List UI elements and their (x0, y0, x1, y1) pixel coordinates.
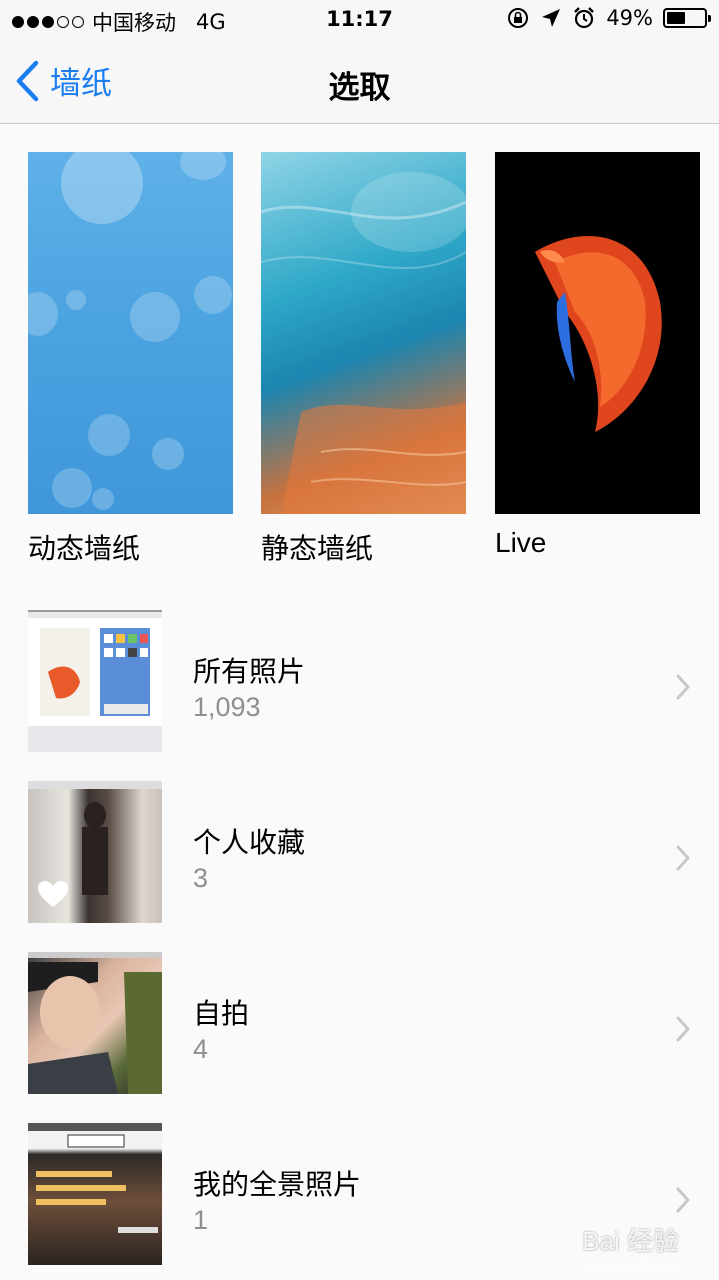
bubble (61, 152, 143, 224)
bubble (88, 414, 130, 456)
still-wallpaper-thumbnail (261, 152, 466, 514)
still-wallpaper-texture (261, 172, 466, 514)
album-count: 4 (193, 1034, 209, 1064)
bubble (152, 438, 184, 470)
bubble (130, 292, 180, 342)
wallpaper-category-still[interactable]: 静态墙纸 (261, 152, 466, 567)
baidu-watermark-url: jingyan.baidu.com (590, 1260, 679, 1272)
chevron-right-icon (676, 1187, 690, 1213)
panorama-thumbnail-image (28, 1123, 162, 1233)
live-wallpaper-thumbnail (495, 152, 700, 514)
album-row-favorites[interactable]: 个人收藏 3 (0, 751, 719, 923)
album-count: 3 (193, 863, 209, 893)
dynamic-wallpaper-thumbnail (28, 152, 233, 514)
bubble (52, 468, 92, 508)
album-count: 1,093 (193, 692, 261, 722)
bubble (92, 488, 114, 510)
bubble (28, 292, 58, 336)
bubble (194, 276, 232, 314)
album-thumbnail (28, 781, 162, 923)
album-count: 1 (193, 1205, 209, 1235)
album-title: 自拍 (193, 997, 250, 1030)
rotation-lock-icon (508, 8, 529, 28)
baidu-watermark: Bai 经验 (582, 1226, 679, 1256)
location-arrow-icon (542, 9, 561, 27)
album-list: 所有照片 1,093 个人收藏 3 自拍 4 我的全景照片 1 (0, 580, 719, 1265)
betta-fish-image (535, 236, 662, 432)
album-title: 我的全景照片 (193, 1168, 362, 1201)
bubble (66, 290, 86, 310)
album-thumbnail (28, 952, 162, 1094)
chevron-right-icon (676, 1016, 690, 1042)
wallpaper-category-live[interactable]: Live (495, 152, 700, 559)
wallpaper-category-label: 动态墙纸 (28, 533, 141, 564)
page-title: 选取 (328, 70, 391, 106)
status-right: 49% (506, 6, 711, 30)
wallpaper-category-label: Live (495, 527, 547, 558)
status-bar: 中国移动 4G 11:17 49% (0, 0, 719, 40)
chevron-right-icon (676, 674, 690, 700)
alarm-icon (574, 7, 595, 29)
wallpaper-categories: 动态墙纸 静态墙纸 Live (0, 124, 719, 580)
album-row-all-photos[interactable]: 所有照片 1,093 (0, 580, 719, 752)
album-thumbnail (28, 610, 162, 752)
wallpaper-category-label: 静态墙纸 (261, 533, 374, 564)
screenshot-thumbnail-image (28, 610, 162, 726)
selfie-thumbnail-image (28, 952, 162, 1094)
wallpaper-category-dynamic[interactable]: 动态墙纸 (28, 152, 233, 567)
battery-fill (667, 12, 685, 24)
battery-icon (663, 8, 711, 28)
album-title: 个人收藏 (193, 826, 306, 859)
album-title: 所有照片 (193, 655, 306, 688)
bubble (180, 152, 226, 180)
navigation-bar: 墙纸 选取 (0, 40, 719, 124)
album-row-selfies[interactable]: 自拍 4 (0, 922, 719, 1094)
battery-percent: 49% (606, 6, 653, 30)
heart-icon (38, 881, 68, 907)
chevron-right-icon (676, 845, 690, 871)
album-thumbnail (28, 1123, 162, 1265)
